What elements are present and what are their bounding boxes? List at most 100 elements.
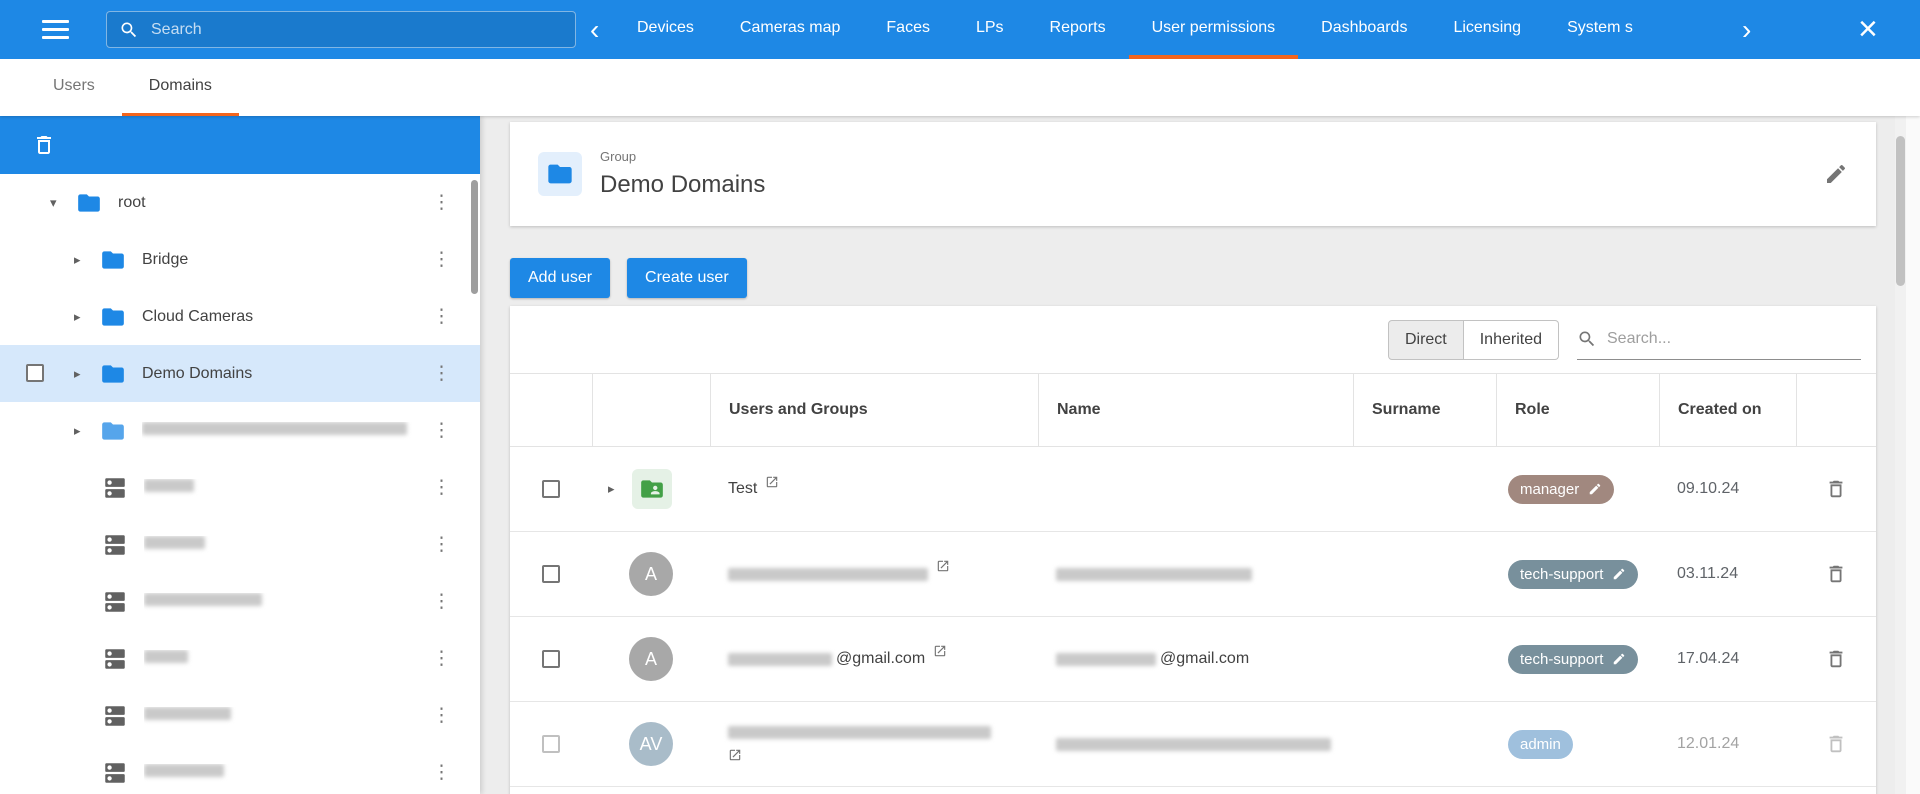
nav-item-reports[interactable]: Reports <box>1027 0 1129 59</box>
delete-row-icon[interactable] <box>1825 648 1847 670</box>
topbar: ‹ Devices Cameras map Faces LPs Reports … <box>0 0 1920 59</box>
inherited-filter-button[interactable]: Inherited <box>1464 320 1559 360</box>
edit-group-icon[interactable] <box>1824 162 1848 186</box>
tab-domains[interactable]: Domains <box>122 59 239 116</box>
created-date: 12.01.24 <box>1677 735 1739 753</box>
expand-icon[interactable]: ▸ <box>608 481 622 497</box>
role-badge[interactable]: manager <box>1508 475 1614 504</box>
menu-icon[interactable] <box>42 20 69 39</box>
kebab-menu-icon[interactable]: ⋮ <box>432 362 446 385</box>
role-badge[interactable]: tech-support <box>1508 645 1638 674</box>
row-checkbox[interactable] <box>542 480 560 498</box>
tree-item-device[interactable]: ⋮ <box>0 687 480 744</box>
delete-row-icon[interactable] <box>1825 478 1847 500</box>
table-row[interactable]: ▸ Test manager 09.10.24 <box>510 447 1876 532</box>
group-folder-icon <box>538 152 582 196</box>
kebab-menu-icon[interactable]: ⋮ <box>432 704 446 727</box>
expand-icon[interactable]: ▸ <box>74 366 90 382</box>
expand-icon[interactable]: ▸ <box>74 309 90 325</box>
scrollbar-thumb[interactable] <box>1896 136 1905 286</box>
collapse-icon[interactable]: ▾ <box>50 195 66 211</box>
domain-folder-icon <box>100 361 126 387</box>
add-user-button[interactable]: Add user <box>510 258 610 298</box>
table-header: Users and Groups Name Surname Role Creat… <box>510 373 1876 447</box>
tree-item-root[interactable]: ▾ root ⋮ <box>0 174 480 231</box>
direct-inherited-toggle: Direct Inherited <box>1388 320 1559 360</box>
kebab-menu-icon[interactable]: ⋮ <box>432 590 446 613</box>
tree-item-redacted[interactable]: ▸ ⋮ <box>0 402 480 459</box>
nav-scroll-left-icon[interactable]: ‹ <box>590 0 599 59</box>
expand-icon[interactable]: ▸ <box>74 423 90 439</box>
open-in-new-icon[interactable] <box>936 559 950 573</box>
table-search[interactable] <box>1577 320 1861 360</box>
kebab-menu-icon[interactable]: ⋮ <box>432 476 446 499</box>
edit-role-icon[interactable] <box>1588 482 1602 496</box>
global-search-input[interactable] <box>151 21 563 39</box>
created-date: 09.10.24 <box>1677 480 1739 498</box>
row-checkbox[interactable] <box>542 735 560 753</box>
kebab-menu-icon[interactable]: ⋮ <box>432 305 446 328</box>
kebab-menu-icon[interactable]: ⋮ <box>432 419 446 442</box>
tree-item-cloud-cameras[interactable]: ▸ Cloud Cameras ⋮ <box>0 288 480 345</box>
expand-icon[interactable]: ▸ <box>74 252 90 268</box>
tab-users[interactable]: Users <box>26 59 122 116</box>
tree-item-device[interactable]: ⋮ <box>0 516 480 573</box>
tree-item-demo-domains[interactable]: ▸ Demo Domains ⋮ <box>0 345 480 402</box>
device-icon <box>102 760 128 786</box>
delete-row-icon[interactable] <box>1825 563 1847 585</box>
role-badge: admin <box>1508 730 1573 759</box>
edit-role-icon[interactable] <box>1612 652 1626 666</box>
nav-item-user-permissions[interactable]: User permissions <box>1129 0 1299 59</box>
redacted-name <box>1056 568 1252 581</box>
nav-item-lps[interactable]: LPs <box>953 0 1027 59</box>
sidebar-scrollbar[interactable] <box>471 180 478 294</box>
edit-role-icon[interactable] <box>1612 567 1626 581</box>
table-row[interactable]: A @gmail.com @gmail.com tech-support <box>510 617 1876 702</box>
kebab-menu-icon[interactable]: ⋮ <box>432 761 446 784</box>
device-icon <box>102 703 128 729</box>
open-in-new-icon[interactable] <box>728 748 742 762</box>
domain-folder-icon <box>100 418 126 444</box>
tree-item-bridge[interactable]: ▸ Bridge ⋮ <box>0 231 480 288</box>
group-name[interactable]: Test <box>728 480 757 498</box>
tree-item-label: root <box>118 194 432 212</box>
open-in-new-icon[interactable] <box>765 475 779 489</box>
nav-item-dashboards[interactable]: Dashboards <box>1298 0 1430 59</box>
table-row[interactable]: A tech-support 03.11.24 <box>510 532 1876 617</box>
device-icon <box>102 646 128 672</box>
kebab-menu-icon[interactable]: ⋮ <box>432 248 446 271</box>
close-icon[interactable]: × <box>1858 0 1878 59</box>
create-user-button[interactable]: Create user <box>627 258 747 298</box>
role-badge[interactable]: tech-support <box>1508 560 1638 589</box>
main-nav: Devices Cameras map Faces LPs Reports Us… <box>614 0 1736 59</box>
nav-item-devices[interactable]: Devices <box>614 0 717 59</box>
kebab-menu-icon[interactable]: ⋮ <box>432 191 446 214</box>
col-surname: Surname <box>1353 374 1496 446</box>
nav-item-faces[interactable]: Faces <box>863 0 953 59</box>
table-header-cell <box>510 374 592 446</box>
global-search[interactable] <box>106 11 576 48</box>
search-icon <box>119 20 139 40</box>
tree-item-device[interactable]: ⋮ <box>0 630 480 687</box>
row-checkbox[interactable] <box>542 565 560 583</box>
redacted-name <box>1056 738 1331 751</box>
nav-item-cameras-map[interactable]: Cameras map <box>717 0 863 59</box>
tree-item-device[interactable]: ⋮ <box>0 459 480 516</box>
nav-item-system-settings[interactable]: System s <box>1544 0 1656 59</box>
delete-selected-icon[interactable] <box>32 133 56 157</box>
table-search-input[interactable] <box>1607 330 1861 348</box>
kebab-menu-icon[interactable]: ⋮ <box>432 647 446 670</box>
tree-item-device[interactable]: ⋮ <box>0 573 480 630</box>
kebab-menu-icon[interactable]: ⋮ <box>432 533 446 556</box>
open-in-new-icon[interactable] <box>933 644 947 658</box>
table-row[interactable]: AV admin 12.01.24 <box>510 702 1876 787</box>
row-checkbox[interactable] <box>542 650 560 668</box>
delete-row-icon <box>1825 733 1847 755</box>
vertical-scrollbar[interactable] <box>1895 116 1906 794</box>
tree-item-device[interactable]: ⋮ <box>0 744 480 794</box>
redacted-name <box>1056 653 1156 666</box>
direct-filter-button[interactable]: Direct <box>1388 320 1464 360</box>
nav-item-licensing[interactable]: Licensing <box>1430 0 1544 59</box>
row-checkbox[interactable] <box>26 364 44 382</box>
nav-scroll-right-icon[interactable]: › <box>1742 0 1751 59</box>
